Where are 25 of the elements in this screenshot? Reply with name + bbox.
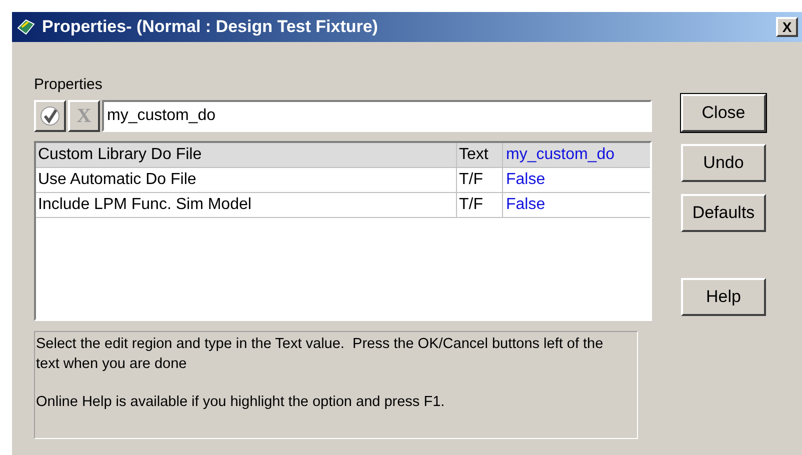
table-cell: Include LPM Func. Sim Model — [36, 193, 457, 217]
value-field[interactable]: my_custom_do — [102, 100, 652, 132]
help-text: Online Help is available if you highlight the option and press F1. — [36, 393, 446, 412]
window-title: Properties- (Normal : Design Test Fixture) — [42, 16, 378, 38]
table-row[interactable]: Include LPM Func. Sim Model T/F False — [36, 193, 650, 218]
help-text: Select the edit region and type in the Text value. Press the OK/Cancel buttons left of the text when you are done — [36, 335, 604, 374]
table-cell-text: False — [505, 170, 546, 190]
table-row[interactable]: Use Automatic Do File T/F False — [36, 168, 650, 193]
table-cell-text: False — [505, 195, 546, 215]
dialog-button[interactable]: Help — [681, 278, 766, 316]
table-cell: T/F — [457, 193, 503, 217]
table-cell: Custom Library Do File — [36, 143, 457, 167]
table-cell: Text — [457, 143, 503, 167]
window-close-button[interactable]: X — [776, 17, 798, 37]
properties-label: Properties — [34, 75, 104, 94]
check-icon — [39, 105, 61, 127]
table-cell: Use Automatic Do File — [36, 168, 457, 192]
table-cell: T/F — [457, 168, 503, 192]
dialog-button[interactable]: Undo — [681, 144, 766, 182]
app-icon — [16, 18, 36, 36]
dialog-button[interactable]: Defaults — [681, 194, 766, 232]
dialog-button[interactable]: Close — [681, 94, 766, 132]
table-cell-text: my_custom_do — [505, 145, 616, 165]
ok-button[interactable] — [34, 100, 66, 132]
table-row[interactable]: Custom Library Do File Text my_custom_do — [36, 143, 650, 168]
